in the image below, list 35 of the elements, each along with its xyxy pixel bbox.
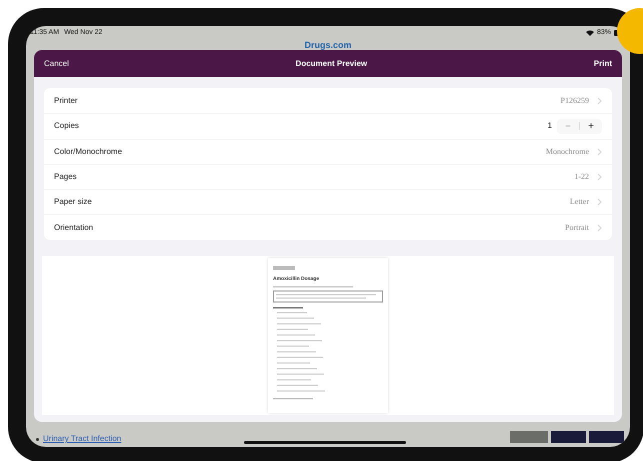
thumbnail-block <box>589 431 624 443</box>
site-logo: Drugs.com <box>304 40 352 50</box>
bullet-icon <box>36 438 39 440</box>
setting-label: Paper size <box>54 196 92 208</box>
setting-label: Color/Monochrome <box>54 146 122 158</box>
decrement-button[interactable]: − <box>557 120 579 134</box>
cancel-button[interactable]: Cancel <box>44 58 69 70</box>
chevron-right-icon <box>597 173 602 182</box>
setting-value: P126259 <box>560 94 589 107</box>
page-logo-drawing <box>273 266 295 270</box>
thumbnail-block <box>510 431 548 443</box>
setting-value: Letter <box>570 196 589 208</box>
setting-value-selector[interactable]: Letter <box>570 196 602 208</box>
setting-value: 1-22 <box>574 171 589 184</box>
setting-label: Orientation <box>54 222 94 234</box>
copies-count: 1 <box>548 120 552 132</box>
setting-label: Copies <box>54 120 79 132</box>
wifi-icon <box>586 30 594 36</box>
increment-button[interactable]: + <box>580 118 602 134</box>
setting-value-selector[interactable]: Portrait <box>565 222 602 234</box>
setting-value-selector[interactable]: P126259 <box>560 94 602 107</box>
print-button[interactable]: Print <box>594 58 612 70</box>
setting-label: Pages <box>54 171 77 184</box>
chevron-right-icon <box>597 96 602 105</box>
chevron-right-icon <box>597 148 602 156</box>
setting-value-selector[interactable]: 1-22 <box>574 171 602 184</box>
setting-label: Printer <box>54 94 78 107</box>
setting-value: Monochrome <box>546 146 589 158</box>
chevron-right-icon <box>597 224 602 232</box>
condition-link[interactable]: Urinary Tract Infection <box>43 433 122 445</box>
chevron-right-icon <box>597 198 602 206</box>
setting-value-selector[interactable]: Monochrome <box>546 146 602 158</box>
thumbnail-block <box>551 431 586 443</box>
sheet-title: Document Preview <box>296 58 368 70</box>
setting-value: Portrait <box>565 222 589 234</box>
